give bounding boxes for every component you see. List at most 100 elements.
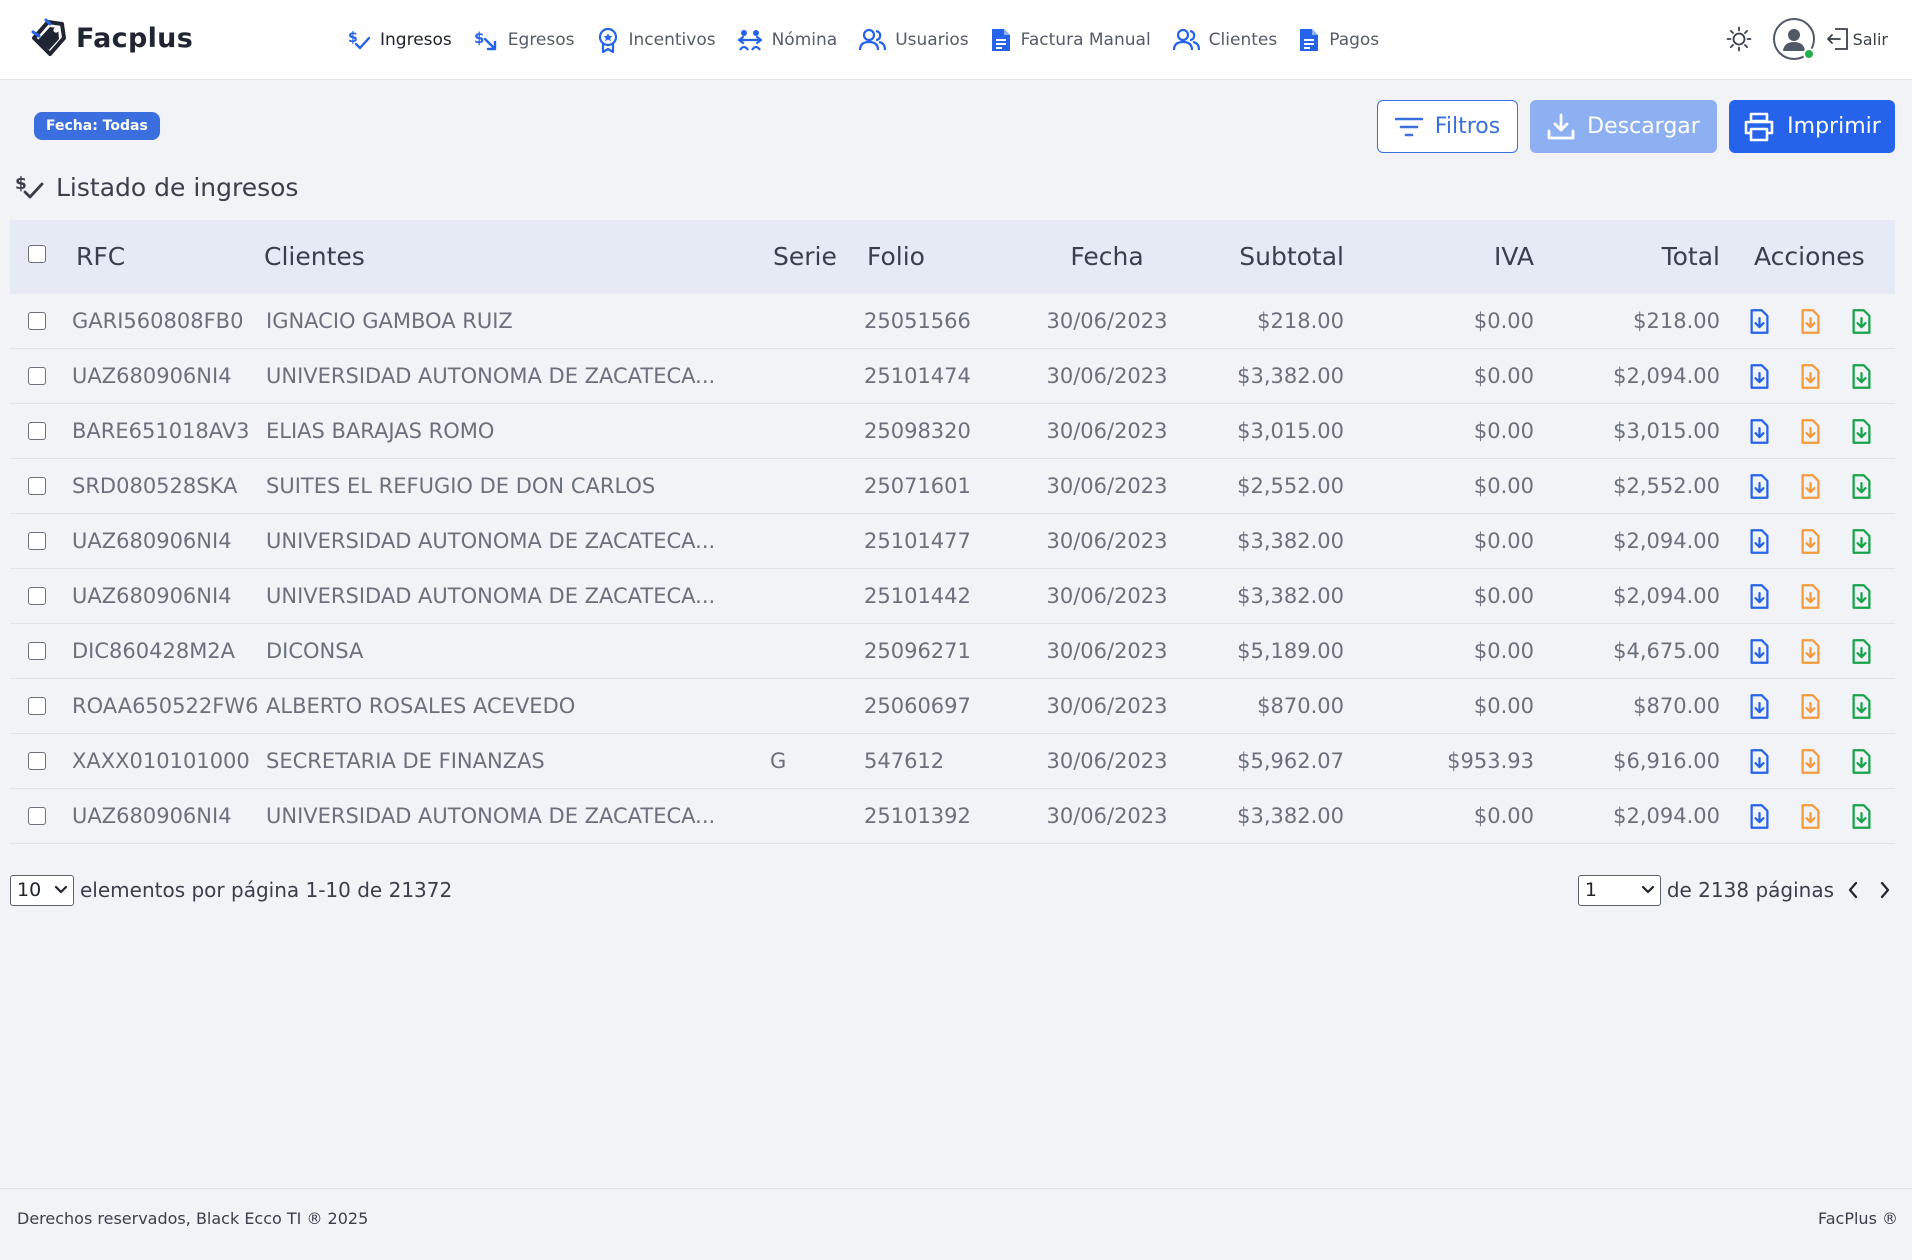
row-actions [1746, 473, 1875, 501]
download-zip-icon[interactable] [1848, 638, 1875, 665]
sun-icon [1726, 26, 1751, 52]
download-zip-icon[interactable] [1848, 363, 1875, 390]
table-body: GARI560808FB0 IGNACIO GAMBOA RUIZ 250515… [10, 294, 1895, 844]
column-header-folio[interactable]: Folio [867, 220, 925, 294]
download-zip-icon[interactable] [1848, 748, 1875, 775]
logout-button[interactable]: Salir [1825, 26, 1888, 52]
download-pdf-icon[interactable] [1746, 308, 1773, 335]
row-checkbox[interactable] [28, 367, 46, 385]
column-header-subtotal[interactable]: Subtotal [1170, 220, 1344, 294]
nav-item-factura-manual[interactable]: Factura Manual [990, 27, 1151, 53]
select-all-checkbox[interactable] [28, 245, 46, 263]
column-header-rfc[interactable]: RFC [76, 220, 125, 294]
download-zip-icon[interactable] [1848, 803, 1875, 830]
cell-folio: 25051566 [864, 309, 971, 333]
download-pdf-icon[interactable] [1746, 473, 1773, 500]
row-checkbox[interactable] [28, 532, 46, 550]
row-checkbox[interactable] [28, 312, 46, 330]
download-button[interactable]: Descargar [1530, 100, 1717, 153]
row-checkbox[interactable] [28, 587, 46, 605]
nav-item-incentivos[interactable]: Incentivos [596, 27, 716, 53]
brand-logo[interactable]: Facplus [30, 14, 193, 62]
cell-serie [770, 569, 850, 624]
row-checkbox[interactable] [28, 697, 46, 715]
download-xml-icon[interactable] [1797, 693, 1824, 720]
column-header-serie[interactable]: Serie [773, 220, 853, 294]
page-size-select[interactable]: 10 [10, 874, 74, 906]
download-xml-icon[interactable] [1797, 363, 1824, 390]
print-button[interactable]: Imprimir [1729, 100, 1895, 153]
download-pdf-icon[interactable] [1746, 528, 1773, 555]
row-checkbox[interactable] [28, 807, 46, 825]
nav-item-clientes[interactable]: Clientes [1172, 28, 1278, 52]
cell-subtotal: $5,189.00 [1237, 639, 1344, 663]
download-xml-icon[interactable] [1797, 528, 1824, 555]
download-button-label: Descargar [1587, 114, 1700, 139]
next-page-button[interactable] [1872, 875, 1898, 905]
cell-iva: $0.00 [1473, 419, 1534, 443]
download-zip-icon[interactable] [1848, 418, 1875, 445]
nav-item-usuarios[interactable]: Usuarios [858, 28, 969, 52]
nav-item-egresos[interactable]: $ Egresos [473, 28, 575, 52]
nav-label: Pagos [1329, 30, 1380, 50]
download-pdf-icon[interactable] [1746, 803, 1773, 830]
download-xml-icon[interactable] [1797, 748, 1824, 775]
column-header-fecha[interactable]: Fecha [1032, 220, 1182, 294]
download-pdf-icon[interactable] [1746, 583, 1773, 610]
previous-page-button[interactable] [1840, 875, 1866, 905]
column-header-total[interactable]: Total [1550, 220, 1720, 294]
download-zip-icon[interactable] [1848, 583, 1875, 610]
cell-total: $2,094.00 [1613, 364, 1720, 388]
row-checkbox[interactable] [28, 752, 46, 770]
cell-subtotal: $5,962.07 [1237, 749, 1344, 773]
row-actions [1746, 583, 1875, 611]
nav-item-ingresos[interactable]: $ Ingresos [347, 28, 452, 52]
download-xml-icon[interactable] [1797, 638, 1824, 665]
filter-icon [1394, 117, 1423, 136]
cell-total: $6,916.00 [1613, 749, 1720, 773]
download-zip-icon[interactable] [1848, 693, 1875, 720]
download-pdf-icon[interactable] [1746, 693, 1773, 720]
cell-subtotal: $218.00 [1257, 309, 1344, 333]
top-navbar: Facplus $ Ingresos $ Egresos Incentivos [0, 0, 1912, 80]
theme-toggle-button[interactable] [1723, 23, 1755, 55]
cell-rfc: UAZ680906NI4 [72, 364, 232, 388]
cell-folio: 25098320 [864, 419, 971, 443]
row-actions [1746, 803, 1875, 831]
download-zip-icon[interactable] [1848, 473, 1875, 500]
row-checkbox[interactable] [28, 477, 46, 495]
download-pdf-icon[interactable] [1746, 418, 1773, 445]
cell-total: $870.00 [1633, 694, 1720, 718]
table-row: GARI560808FB0 IGNACIO GAMBOA RUIZ 250515… [10, 294, 1895, 349]
user-area: Salir [1723, 16, 1888, 62]
column-header-iva[interactable]: IVA [1370, 220, 1534, 294]
download-pdf-icon[interactable] [1746, 638, 1773, 665]
cell-total: $4,675.00 [1613, 639, 1720, 663]
download-pdf-icon[interactable] [1746, 748, 1773, 775]
award-icon [598, 27, 617, 53]
cell-client: UNIVERSIDAD AUTONOMA DE ZACATECA... [266, 529, 716, 553]
download-xml-icon[interactable] [1797, 583, 1824, 610]
nav-item-nomina[interactable]: Nómina [737, 28, 837, 52]
current-page-value: 1 [1584, 879, 1597, 901]
filters-button[interactable]: Filtros [1377, 100, 1518, 153]
download-xml-icon[interactable] [1797, 418, 1824, 445]
user-avatar[interactable] [1772, 18, 1815, 60]
download-pdf-icon[interactable] [1746, 363, 1773, 390]
download-zip-icon[interactable] [1848, 528, 1875, 555]
row-checkbox[interactable] [28, 422, 46, 440]
cell-rfc: DIC860428M2A [72, 639, 236, 663]
column-header-clientes[interactable]: Clientes [264, 220, 365, 294]
nav-label: Clientes [1208, 30, 1278, 50]
download-xml-icon[interactable] [1797, 473, 1824, 500]
date-filter-chip[interactable]: Fecha: Todas [34, 112, 160, 140]
pagination-range-text: elementos por página 1-10 de 21372 [80, 878, 453, 902]
cell-subtotal: $3,382.00 [1237, 529, 1344, 553]
download-xml-icon[interactable] [1797, 803, 1824, 830]
download-zip-icon[interactable] [1848, 308, 1875, 335]
nav-item-pagos[interactable]: Pagos [1298, 27, 1379, 53]
page-number-select[interactable]: 1 [1577, 874, 1661, 906]
row-checkbox[interactable] [28, 642, 46, 660]
table-row: SRD080528SKA SUITES EL REFUGIO DE DON CA… [10, 459, 1895, 514]
download-xml-icon[interactable] [1797, 308, 1824, 335]
